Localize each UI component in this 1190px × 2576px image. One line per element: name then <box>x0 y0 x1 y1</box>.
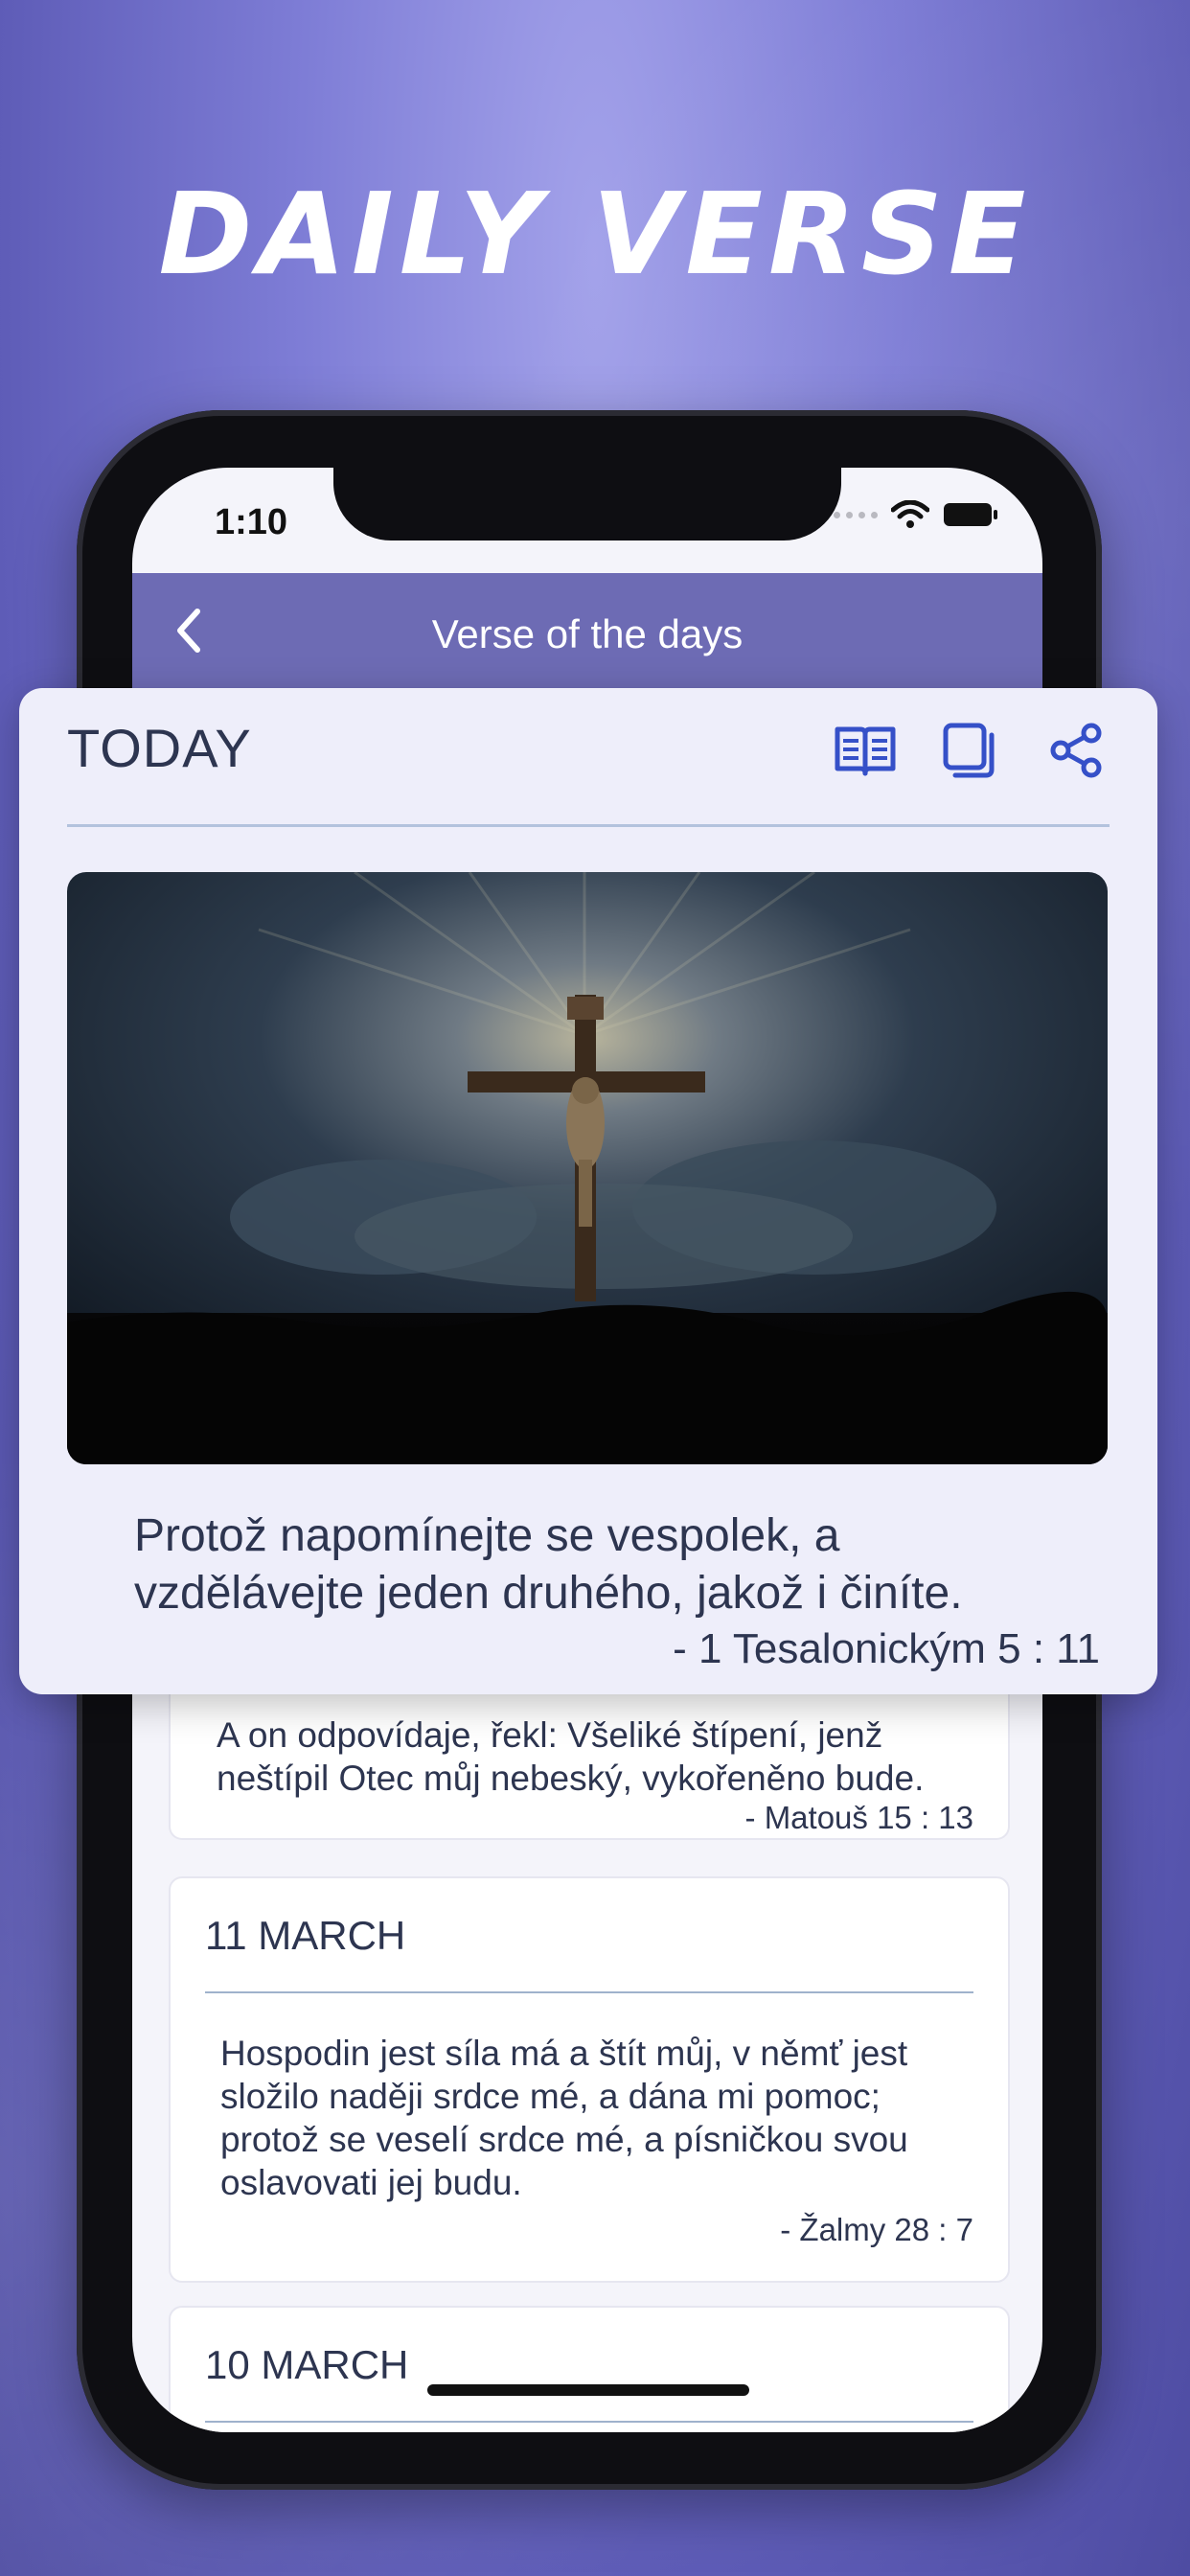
verse-card[interactable]: 11 MARCH Hospodin jest síla má a štít mů… <box>169 1876 1010 2283</box>
read-button[interactable] <box>832 717 899 784</box>
today-card: TODAY Protož napomínejte se vespolek, a … <box>19 688 1157 1694</box>
today-verse: Protož napomínejte se vespolek, a vzdělá… <box>134 1510 963 1619</box>
status-icons <box>834 500 998 529</box>
card-date: 10 MARCH <box>205 2342 409 2387</box>
hero-title: DAILY VERSE <box>158 168 1032 300</box>
today-label: TODAY <box>67 718 252 778</box>
today-actions <box>832 717 1110 784</box>
today-divider <box>67 824 1110 827</box>
home-indicator <box>427 2384 749 2396</box>
status-time: 1:10 <box>215 502 288 542</box>
card-divider <box>205 1991 973 1993</box>
card-reference: - Matouš 15 : 13 <box>744 1800 973 1835</box>
share-button[interactable] <box>1042 717 1110 784</box>
battery-icon <box>944 503 997 526</box>
copy-button[interactable] <box>937 717 1004 784</box>
notch <box>333 468 841 540</box>
card-divider <box>205 2421 973 2423</box>
today-reference: - 1 Tesalonickým 5 : 11 <box>673 1625 1100 1672</box>
copy-icon <box>943 723 995 778</box>
card-verse: Hospodin jest síla má a štít můj, v němť… <box>220 2034 908 2202</box>
card-date: 11 MARCH <box>205 1913 406 1958</box>
card-reference: - Žalmy 28 : 7 <box>780 2212 973 2247</box>
wifi-icon <box>891 500 929 528</box>
share-icon <box>1050 723 1102 778</box>
verse-card[interactable]: 10 MARCH <box>169 2306 1010 2432</box>
cellular-signal-icon <box>834 511 878 518</box>
crucifix-scene <box>67 872 1108 1464</box>
nav-title: Verse of the days <box>431 611 744 656</box>
card-verse: A on odpovídaje, řekl: Všeliké štípení, … <box>217 1715 925 1798</box>
read-icon <box>835 726 896 776</box>
crucifix-image <box>67 872 1108 1464</box>
